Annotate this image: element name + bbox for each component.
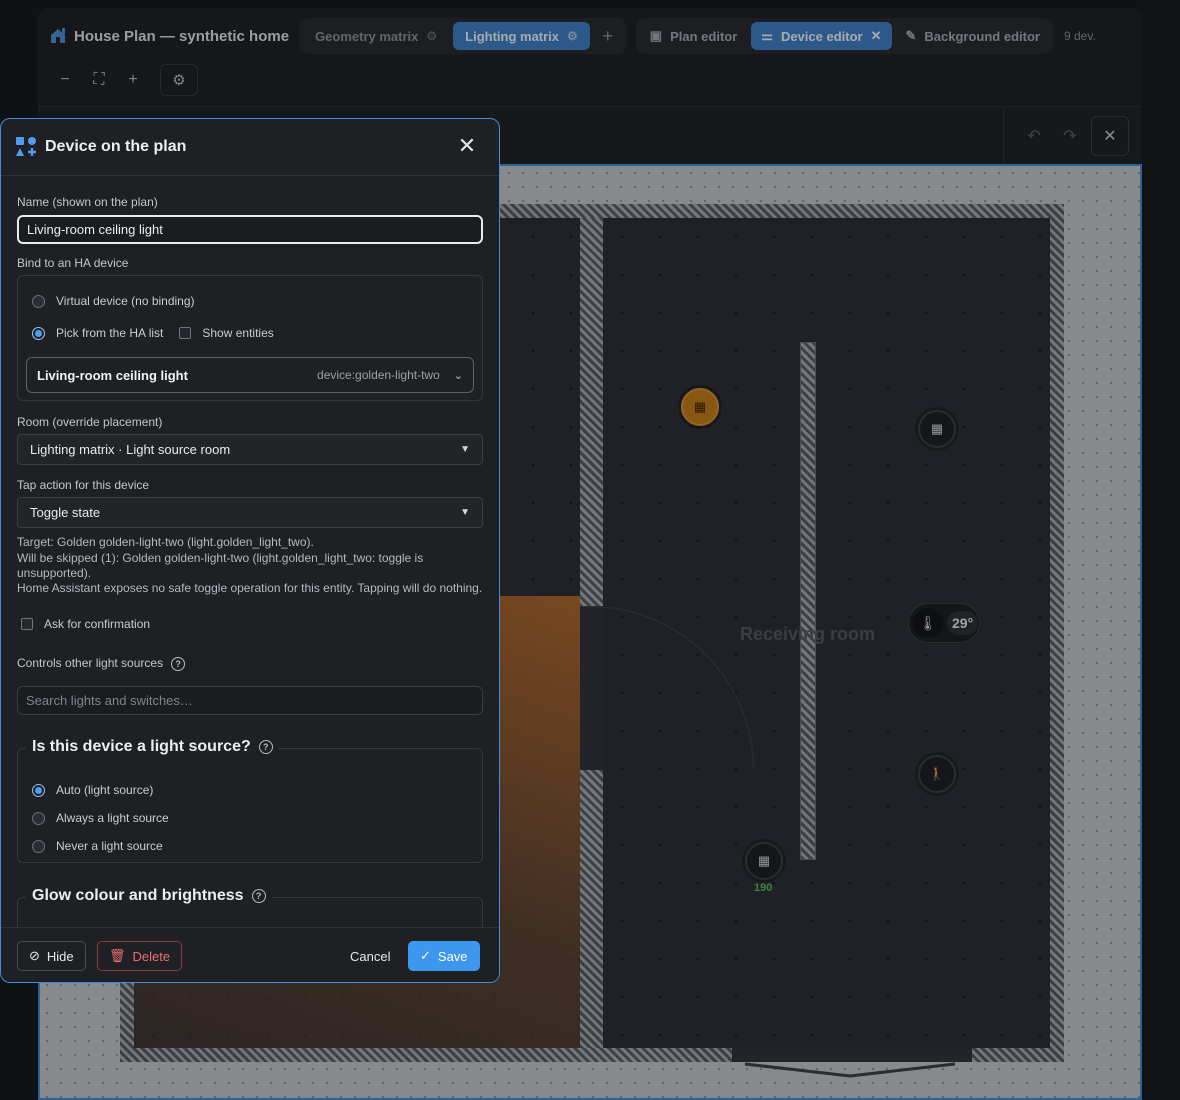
help-icon[interactable]: ? — [258, 740, 273, 754]
button-label: Delete — [132, 948, 171, 964]
light-source-legend: Is this device a light source?? — [26, 738, 279, 756]
radio-pick[interactable] — [32, 326, 45, 340]
button-label: Hide — [46, 948, 74, 964]
controls-label: Controls other light sources? — [17, 656, 186, 671]
show-entities-label: Show entities — [202, 326, 274, 340]
option-label: Always a light source — [56, 811, 169, 825]
device-dialog: Device on the plan ✕ Name (shown on the … — [0, 118, 500, 983]
chevron-down-icon: ▼ — [460, 444, 470, 455]
tap-action-select[interactable]: Toggle state ▼ — [17, 497, 483, 528]
eye-off-icon: ⊘ — [29, 948, 40, 963]
option-label: Pick from the HA list — [56, 326, 164, 340]
option-always[interactable]: Always a light source — [32, 811, 169, 825]
help-icon[interactable]: ? — [251, 889, 266, 903]
device-id: device:golden-light-two — [317, 368, 440, 382]
show-entities-checkbox[interactable] — [179, 327, 192, 339]
device-name: Living-room ceiling light — [37, 367, 188, 383]
save-button[interactable]: ✓ Save — [408, 941, 480, 971]
legend-text: Is this device a light source? — [32, 738, 251, 755]
room-label: Room (override placement) — [17, 415, 163, 429]
radio-never[interactable] — [32, 839, 45, 853]
legend-text: Glow colour and brightness — [32, 887, 244, 904]
option-never[interactable]: Never a light source — [32, 839, 163, 853]
dialog-body: Name (shown on the plan) Living-room cei… — [1, 177, 499, 927]
radio-auto[interactable] — [32, 783, 45, 797]
option-virtual[interactable]: Virtual device (no binding) — [32, 294, 195, 308]
button-label: Save — [437, 948, 468, 964]
option-label: Virtual device (no binding) — [56, 294, 195, 308]
dialog-footer: ⊘ Hide 🗑 Delete Cancel ✓ Save — [1, 927, 499, 982]
chevron-down-icon: ▼ — [460, 507, 470, 518]
device-select[interactable]: Living-room ceiling light device:golden-… — [26, 357, 474, 393]
name-input[interactable]: Living-room ceiling light — [17, 215, 483, 244]
chevron-down-icon: ⌄ — [453, 369, 463, 382]
light-search-input[interactable]: Search lights and switches… — [17, 686, 483, 715]
option-label: Auto (light source) — [56, 783, 154, 797]
dialog-title: Device on the plan — [45, 138, 187, 155]
dialog-close-button[interactable]: ✕ — [455, 135, 479, 159]
target-note: Target: Golden golden-light-two (light.g… — [17, 535, 314, 549]
glow-fieldset: Glow colour and brightness? — [17, 887, 483, 927]
bind-box: Virtual device (no binding) Pick from th… — [17, 275, 483, 401]
help-icon[interactable]: ? — [171, 656, 186, 671]
controls-label-text: Controls other light sources — [17, 656, 164, 670]
button-label: Cancel — [350, 948, 391, 964]
hide-button[interactable]: ⊘ Hide — [17, 941, 86, 971]
option-auto[interactable]: Auto (light source) — [32, 783, 153, 797]
shapes-icon — [16, 137, 36, 156]
skipped-note: Will be skipped (1): Golden golden-light… — [17, 551, 424, 580]
tap-action-value: Toggle state — [30, 505, 101, 520]
dialog-header: Device on the plan ✕ — [1, 119, 499, 176]
radio-virtual[interactable] — [32, 294, 45, 308]
tap-action-label: Tap action for this device — [17, 478, 150, 492]
bind-label: Bind to an HA device — [17, 256, 129, 270]
name-label: Name (shown on the plan) — [17, 195, 158, 209]
light-source-fieldset: Is this device a light source?? Auto (li… — [17, 738, 483, 863]
option-pick[interactable]: Pick from the HA list Show entities — [32, 326, 274, 340]
glow-legend: Glow colour and brightness? — [26, 887, 272, 905]
warning-note: Home Assistant exposes no safe toggle op… — [17, 581, 483, 595]
ask-confirmation-checkbox[interactable] — [21, 618, 33, 630]
ask-confirmation-label: Ask for confirmation — [44, 617, 151, 631]
radio-always[interactable] — [32, 811, 45, 825]
delete-button[interactable]: 🗑 Delete — [97, 941, 183, 971]
room-value: Lighting matrix · Light source room — [30, 442, 231, 457]
ask-confirmation[interactable]: Ask for confirmation — [21, 617, 150, 631]
option-label: Never a light source — [56, 839, 163, 853]
cancel-button[interactable]: Cancel — [339, 941, 401, 971]
check-icon: ✓ — [420, 948, 431, 963]
trash-icon: 🗑 — [109, 948, 126, 963]
room-select[interactable]: Lighting matrix · Light source room ▼ — [17, 434, 483, 465]
